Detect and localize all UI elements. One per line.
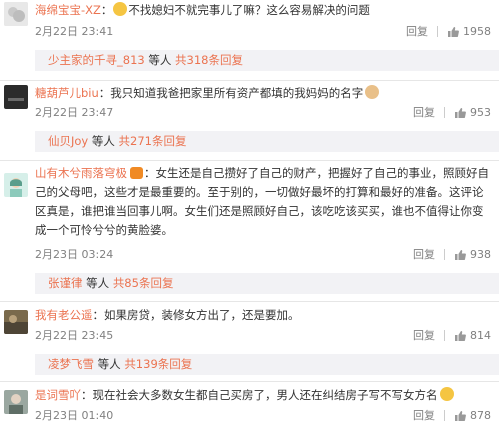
- like-count: 953: [470, 106, 491, 119]
- divider: [0, 160, 499, 161]
- comment-username[interactable]: 海绵宝宝-XZ: [35, 3, 101, 17]
- like-button[interactable]: 938: [454, 247, 491, 263]
- reply-users[interactable]: 仙贝Joy: [48, 134, 88, 148]
- reply-summary[interactable]: 张谨律 等人 共85条回复: [35, 273, 499, 294]
- reply-count-link[interactable]: 共318条回复: [175, 53, 243, 67]
- comment-text: 如果房贷，装修女方出了，还是要加。: [104, 308, 300, 322]
- emoji-icon: [113, 2, 128, 16]
- reply-button[interactable]: 回复: [406, 24, 428, 40]
- comment-text: 不找媳妇不就完事儿了嘛？这么容易解决的问题: [128, 3, 370, 17]
- comment-time: 2月22日 23:41: [35, 25, 114, 38]
- thumbs-up-icon: [455, 108, 466, 118]
- avatar[interactable]: [4, 173, 28, 197]
- reply-button[interactable]: 回复: [413, 105, 435, 121]
- vip-badge-icon: [130, 167, 143, 179]
- reply-summary[interactable]: 凌梦飞雪 等人 共139条回复: [35, 354, 499, 375]
- avatar[interactable]: [4, 310, 28, 334]
- divider: [0, 80, 499, 81]
- emoji-icon: [365, 85, 380, 99]
- like-count: 878: [470, 409, 491, 422]
- comment-text: 现在社会大多数女生都自己买房了，男人还在纠结房子写不写女方名: [92, 388, 438, 402]
- comment-time: 2月23日 01:40: [35, 409, 114, 422]
- comment-time: 2月23日 03:24: [35, 248, 114, 261]
- divider: [0, 381, 499, 382]
- comment-text: 我只知道我爸把家里所有资产都填的我妈妈的名字: [110, 86, 364, 100]
- thumbs-up-icon: [455, 411, 466, 421]
- like-button[interactable]: 814: [454, 328, 491, 344]
- avatar[interactable]: [4, 390, 28, 414]
- reply-summary[interactable]: 仙贝Joy 等人 共271条回复: [35, 131, 499, 152]
- divider: [444, 410, 445, 421]
- thumbs-up-icon: [455, 331, 466, 341]
- reply-count-link[interactable]: 共85条回复: [113, 276, 174, 290]
- comment-time: 2月22日 23:47: [35, 106, 114, 119]
- divider: [444, 330, 445, 341]
- avatar[interactable]: [4, 85, 28, 109]
- thumbs-up-icon: [448, 27, 459, 37]
- comment-username[interactable]: 糖葫芦儿biu: [35, 86, 99, 100]
- comment-time: 2月22日 23:45: [35, 329, 114, 342]
- reply-users[interactable]: 凌梦飞雪: [48, 357, 94, 371]
- divider: [0, 301, 499, 302]
- reply-button[interactable]: 回复: [413, 247, 435, 263]
- comment-username[interactable]: 是词雪吖: [35, 388, 81, 402]
- reply-users[interactable]: 少主家的千寻_813: [48, 53, 145, 67]
- like-button[interactable]: 953: [454, 105, 491, 121]
- reply-summary[interactable]: 少主家的千寻_813 等人 共318条回复: [35, 50, 499, 71]
- like-count: 1958: [463, 25, 491, 38]
- like-button[interactable]: 878: [454, 408, 491, 424]
- divider: [444, 249, 445, 260]
- comment-username[interactable]: 山有木兮雨落穹极: [35, 166, 127, 180]
- reply-count-link[interactable]: 共271条回复: [119, 134, 187, 148]
- divider: [437, 26, 438, 37]
- emoji-icon: [439, 387, 454, 401]
- thumbs-up-icon: [455, 250, 466, 260]
- like-count: 938: [470, 248, 491, 261]
- reply-users[interactable]: 张谨律: [48, 276, 83, 290]
- like-button[interactable]: 1958: [447, 24, 491, 40]
- like-count: 814: [470, 329, 491, 342]
- reply-button[interactable]: 回复: [413, 408, 435, 424]
- avatar[interactable]: [4, 2, 28, 26]
- reply-button[interactable]: 回复: [413, 328, 435, 344]
- reply-count-link[interactable]: 共139条回复: [124, 357, 192, 371]
- divider: [444, 107, 445, 118]
- comment-username[interactable]: 我有老公遥: [35, 308, 93, 322]
